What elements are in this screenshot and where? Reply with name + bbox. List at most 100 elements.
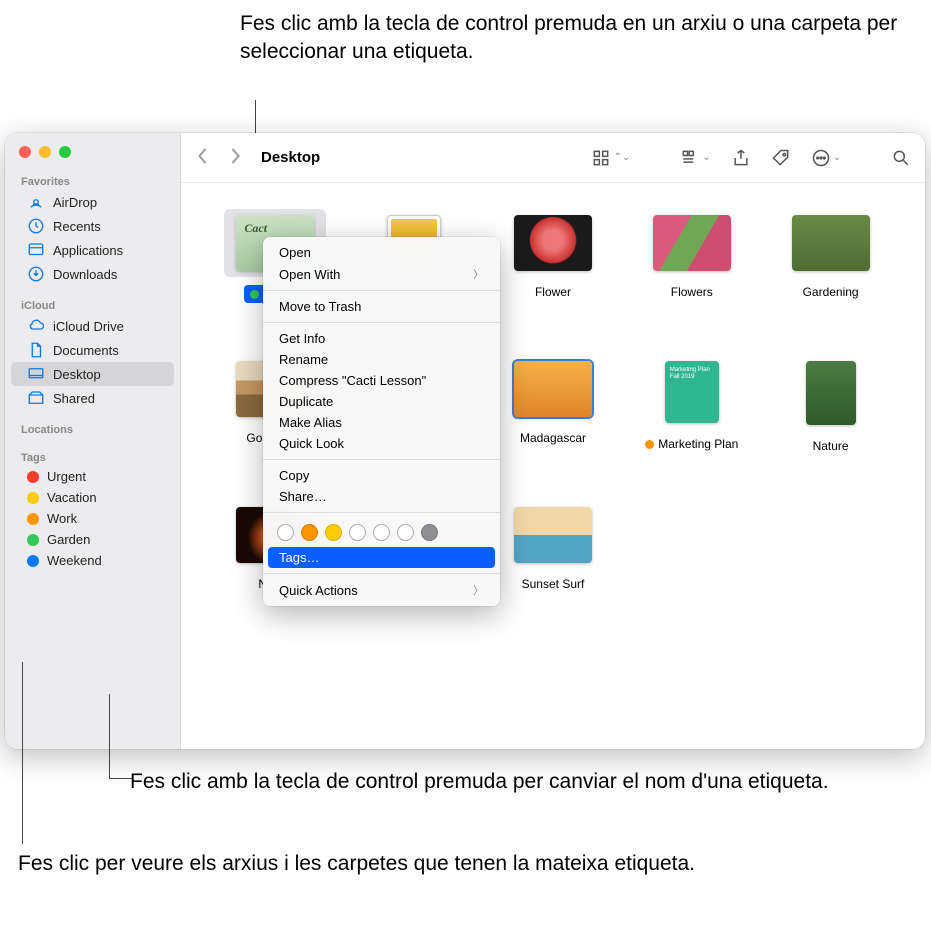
file-thumbnail bbox=[514, 361, 592, 417]
menu-item-label: Duplicate bbox=[279, 394, 333, 409]
file-item[interactable]: Marketing Plan bbox=[632, 355, 752, 451]
menu-item-label: Get Info bbox=[279, 331, 325, 346]
group-button[interactable]: ⌄ bbox=[680, 148, 710, 168]
callout-mid: Fes clic amb la tecla de control premuda… bbox=[130, 768, 829, 796]
file-item[interactable]: Gardening bbox=[771, 209, 891, 299]
sidebar-tag-urgent[interactable]: Urgent bbox=[11, 466, 174, 487]
menu-item-label: Tags… bbox=[279, 550, 319, 565]
tag-dot-icon bbox=[27, 555, 39, 567]
section-favorites: Favorites bbox=[5, 172, 180, 190]
tag-dot-icon bbox=[27, 513, 39, 525]
sidebar-label: iCloud Drive bbox=[53, 319, 124, 334]
apps-icon bbox=[27, 241, 45, 259]
tag-color-swatch[interactable] bbox=[397, 524, 414, 541]
file-label: Sunset Surf bbox=[522, 577, 585, 591]
desktop-icon bbox=[27, 365, 45, 383]
file-item[interactable]: Flowers bbox=[632, 209, 752, 299]
menu-item[interactable]: Share… bbox=[263, 486, 500, 507]
sidebar-item-iclouddrive[interactable]: iCloud Drive bbox=[11, 314, 174, 338]
view-icon-button[interactable]: ⌃⌄ bbox=[591, 148, 630, 168]
sidebar-item-downloads[interactable]: Downloads bbox=[11, 262, 174, 286]
file-thumbnail bbox=[653, 215, 731, 271]
file-label-text: Madagascar bbox=[520, 431, 586, 445]
section-locations: Locations bbox=[5, 420, 180, 438]
zoom-button[interactable] bbox=[59, 146, 71, 158]
share-button[interactable] bbox=[731, 148, 751, 168]
file-label: Flower bbox=[535, 285, 571, 299]
menu-item-label: Share… bbox=[279, 489, 327, 504]
back-button[interactable] bbox=[195, 147, 210, 168]
menu-separator bbox=[263, 573, 500, 574]
menu-item-label: Make Alias bbox=[279, 415, 342, 430]
tag-button[interactable] bbox=[771, 148, 791, 168]
file-thumbnail bbox=[514, 215, 592, 271]
menu-item[interactable]: Duplicate bbox=[263, 391, 500, 412]
sidebar-tag-label: Urgent bbox=[47, 469, 86, 484]
sidebar-tag-work[interactable]: Work bbox=[11, 508, 174, 529]
sidebar-item-recents[interactable]: Recents bbox=[11, 214, 174, 238]
file-label-text: Flower bbox=[535, 285, 571, 299]
section-icloud: iCloud bbox=[5, 296, 180, 314]
sidebar: Favorites AirDrop Recents Applications D… bbox=[5, 133, 181, 749]
shared-icon bbox=[27, 389, 45, 407]
menu-item[interactable]: Get Info bbox=[263, 328, 500, 349]
sidebar-item-airdrop[interactable]: AirDrop bbox=[11, 190, 174, 214]
tag-color-swatch[interactable] bbox=[421, 524, 438, 541]
airdrop-icon bbox=[27, 193, 45, 211]
tag-color-row bbox=[263, 518, 500, 547]
more-button[interactable]: ⌄ bbox=[811, 148, 841, 168]
menu-item-label: Compress "Cacti Lesson" bbox=[279, 373, 426, 388]
menu-item[interactable]: Quick Actions〉 bbox=[263, 579, 500, 601]
menu-item[interactable]: Rename bbox=[263, 349, 500, 370]
menu-separator bbox=[263, 512, 500, 513]
forward-button[interactable] bbox=[228, 147, 243, 168]
tag-color-swatch[interactable] bbox=[349, 524, 366, 541]
menu-item[interactable]: Compress "Cacti Lesson" bbox=[263, 370, 500, 391]
search-button[interactable] bbox=[891, 148, 911, 168]
file-label: Nature bbox=[813, 439, 849, 453]
file-label-text: Nature bbox=[813, 439, 849, 453]
sidebar-label: Documents bbox=[53, 343, 119, 358]
file-thumbnail bbox=[792, 215, 870, 271]
file-item[interactable]: Flower bbox=[493, 209, 613, 299]
file-item[interactable]: Nature bbox=[771, 355, 891, 453]
menu-item-label: Move to Trash bbox=[279, 299, 361, 314]
close-button[interactable] bbox=[19, 146, 31, 158]
menu-item[interactable]: Open bbox=[263, 242, 500, 263]
tag-color-swatch[interactable] bbox=[277, 524, 294, 541]
tag-color-swatch[interactable] bbox=[301, 524, 318, 541]
minimize-button[interactable] bbox=[39, 146, 51, 158]
download-icon bbox=[27, 265, 45, 283]
sidebar-item-applications[interactable]: Applications bbox=[11, 238, 174, 262]
sidebar-label: Applications bbox=[53, 243, 123, 258]
menu-item[interactable]: Copy bbox=[263, 465, 500, 486]
file-thumbnail bbox=[806, 361, 856, 425]
window-title: Desktop bbox=[261, 149, 320, 166]
menu-item[interactable]: Move to Trash bbox=[263, 296, 500, 317]
file-item[interactable]: Madagascar bbox=[493, 355, 613, 445]
file-thumbnail bbox=[514, 507, 592, 563]
tag-dot-icon bbox=[250, 290, 259, 299]
file-item[interactable]: Sunset Surf bbox=[493, 501, 613, 591]
menu-item-label: Rename bbox=[279, 352, 328, 367]
callout-bottom: Fes clic per veure els arxius i les carp… bbox=[18, 850, 695, 878]
tag-dot-icon bbox=[27, 471, 39, 483]
sidebar-item-desktop[interactable]: Desktop bbox=[11, 362, 174, 386]
sidebar-item-documents[interactable]: Documents bbox=[11, 338, 174, 362]
sidebar-tag-garden[interactable]: Garden bbox=[11, 529, 174, 550]
sidebar-tag-label: Weekend bbox=[47, 553, 102, 568]
sidebar-item-shared[interactable]: Shared bbox=[11, 386, 174, 410]
file-label: Madagascar bbox=[520, 431, 586, 445]
callout-top: Fes clic amb la tecla de control premuda… bbox=[240, 10, 931, 67]
sidebar-label: AirDrop bbox=[53, 195, 97, 210]
chevron-right-icon: 〉 bbox=[473, 266, 484, 282]
menu-item[interactable]: Tags… bbox=[268, 547, 495, 568]
sidebar-tag-weekend[interactable]: Weekend bbox=[11, 550, 174, 571]
sidebar-tag-vacation[interactable]: Vacation bbox=[11, 487, 174, 508]
menu-item[interactable]: Make Alias bbox=[263, 412, 500, 433]
menu-item[interactable]: Open With〉 bbox=[263, 263, 500, 285]
chevron-down-icon: ⌄ bbox=[833, 152, 841, 163]
tag-color-swatch[interactable] bbox=[373, 524, 390, 541]
tag-color-swatch[interactable] bbox=[325, 524, 342, 541]
menu-item[interactable]: Quick Look bbox=[263, 433, 500, 454]
